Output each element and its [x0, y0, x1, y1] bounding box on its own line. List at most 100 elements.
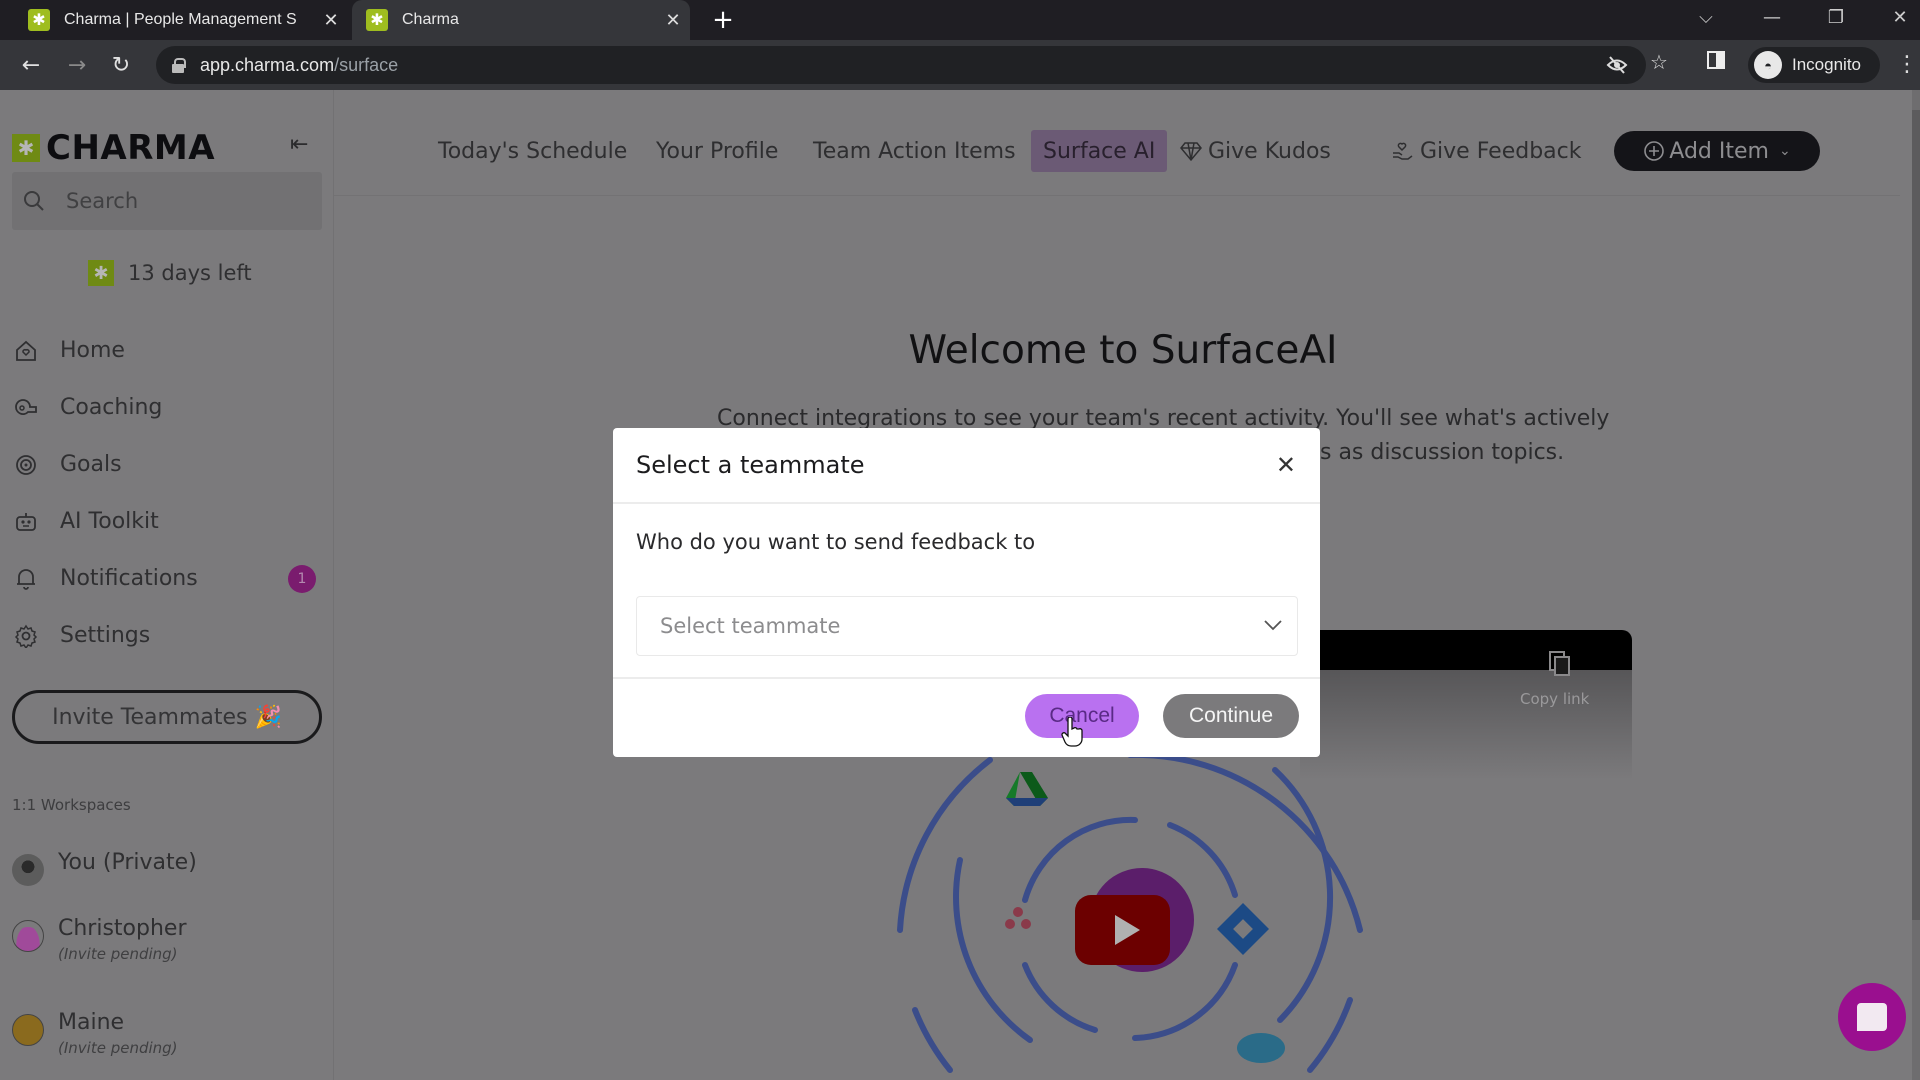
home-icon: [12, 337, 40, 365]
tab-title: Charma | People Management S: [64, 11, 297, 28]
nav-label: Goals: [60, 452, 122, 477]
nav-surface-ai[interactable]: Surface AI: [1031, 130, 1168, 172]
diamond-icon: [1180, 142, 1202, 162]
tab-search-chevron-icon[interactable]: ⌵: [1686, 0, 1726, 34]
side-panel-icon[interactable]: [1706, 50, 1726, 75]
workspace-status: (Invite pending): [58, 945, 178, 963]
page-description-continued: s as discussion topics.: [1320, 440, 1565, 465]
modal-title: Select a teammate: [636, 451, 865, 479]
modal-footer-divider: [613, 677, 1320, 679]
workspace-item[interactable]: Maine (Invite pending): [12, 1010, 178, 1057]
scrollbar-thumb[interactable]: [1912, 110, 1920, 920]
avatar: [12, 920, 44, 952]
nav-label: Coaching: [60, 395, 163, 420]
sidebar-item-settings[interactable]: Settings: [12, 607, 322, 664]
sidebar-item-home[interactable]: Home: [12, 322, 322, 379]
search-icon: [24, 191, 44, 211]
orbit-ring-middle: [953, 857, 1033, 1043]
modal-header: Select a teammate ✕: [613, 428, 1320, 504]
charma-logo-icon: ✱: [12, 134, 40, 162]
forward-icon[interactable]: →: [60, 48, 94, 82]
url-text: app.charma.com/surface: [200, 54, 399, 75]
salesforce-icon: [1237, 1033, 1285, 1063]
chat-support-button[interactable]: [1838, 983, 1906, 1051]
teammate-select[interactable]: Select teammate: [636, 596, 1298, 656]
continue-button[interactable]: Continue: [1163, 694, 1299, 738]
copy-link-label[interactable]: Copy link: [1520, 690, 1589, 708]
bookmark-star-icon[interactable]: ☆: [1650, 50, 1668, 74]
bell-icon: [12, 565, 40, 593]
incognito-profile-button[interactable]: ◓ Incognito: [1748, 47, 1880, 83]
nav-give-kudos[interactable]: Give Kudos: [1180, 130, 1331, 172]
nav-label: Give Feedback: [1420, 138, 1582, 164]
chevron-down-icon: ⌄: [1778, 143, 1791, 159]
nav-label: Give Kudos: [1208, 138, 1331, 164]
charma-favicon-icon: ✱: [366, 9, 388, 31]
robot-icon: [12, 508, 40, 536]
notification-count-badge: 1: [288, 564, 316, 593]
workspaces-section-label: 1:1 Workspaces: [12, 796, 131, 814]
copy-link-icon[interactable]: [1548, 650, 1572, 678]
add-item-button[interactable]: Add Item ⌄: [1614, 131, 1820, 171]
tab-close-icon[interactable]: ✕: [656, 10, 690, 31]
orbit-ring-outer: [897, 757, 993, 933]
nav-todays-schedule[interactable]: Today's Schedule: [438, 130, 627, 172]
hand-pointer-cursor-icon: [1061, 717, 1083, 747]
invite-teammates-button[interactable]: Invite Teammates 🎉: [12, 690, 322, 744]
integrations-orbit-illustration: [897, 751, 1363, 1073]
asana-icon: [1005, 907, 1031, 929]
close-icon[interactable]: ✕: [1276, 451, 1296, 479]
logo-text: CHARMA: [46, 128, 216, 168]
tab-close-icon[interactable]: ✕: [314, 10, 348, 31]
workspace-item[interactable]: Christopher (Invite pending): [12, 916, 187, 963]
sidebar-item-goals[interactable]: Goals: [12, 436, 322, 493]
sidebar-item-ai-toolkit[interactable]: AI Toolkit: [12, 493, 322, 550]
nav-label: AI Toolkit: [60, 509, 159, 534]
avatar: [12, 1014, 44, 1046]
page-title: Welcome to SurfaceAI: [908, 328, 1338, 373]
eye-off-icon[interactable]: [1606, 54, 1628, 81]
nav-label: Home: [60, 338, 125, 363]
browser-menu-icon[interactable]: ⋮: [1896, 52, 1918, 77]
tab-title: Charma: [402, 11, 459, 28]
nav-give-feedback[interactable]: Give Feedback: [1390, 130, 1581, 172]
workspace-status: (Invite pending): [58, 1039, 178, 1057]
minimize-icon[interactable]: —: [1752, 0, 1792, 34]
new-tab-button[interactable]: +: [708, 4, 738, 36]
workspace-name: You (Private): [58, 850, 197, 875]
reload-icon[interactable]: ↻: [104, 48, 138, 82]
add-item-label: Add Item: [1669, 138, 1769, 164]
sidebar-item-coaching[interactable]: Coaching: [12, 379, 322, 436]
browser-tab-active[interactable]: ✱ Charma ✕: [352, 0, 690, 40]
orbit-ring-outer: [912, 1007, 953, 1073]
sidebar-item-notifications[interactable]: Notifications 1: [12, 550, 322, 607]
charma-logo[interactable]: ✱ CHARMA: [12, 128, 215, 168]
target-icon: [12, 451, 40, 479]
sidebar: ✱ CHARMA ⇤ Search ✱ 13 days left Home Co…: [0, 90, 334, 1080]
google-drive-icon: [1006, 772, 1048, 806]
charma-favicon-icon: ✱: [28, 9, 50, 31]
nav-label: Settings: [60, 623, 151, 648]
workspace-name: Christopher: [58, 916, 187, 941]
address-bar[interactable]: app.charma.com/surface: [156, 46, 1646, 84]
back-icon[interactable]: ←: [14, 48, 48, 82]
top-navigation: Today's Schedule Your Profile Team Actio…: [334, 90, 1900, 196]
charma-logo-icon: ✱: [88, 260, 114, 286]
nav-your-profile[interactable]: Your Profile: [656, 130, 778, 172]
chevron-down-icon: [1264, 620, 1282, 631]
sidebar-search[interactable]: Search: [12, 172, 322, 230]
chat-icon: [1857, 1003, 1887, 1031]
nav-label: Notifications: [60, 566, 198, 591]
window-close-icon[interactable]: ✕: [1880, 0, 1920, 34]
orbit-ring-inner: [1132, 962, 1238, 1041]
incognito-icon: ◓: [1754, 51, 1782, 79]
workspace-item[interactable]: You (Private): [12, 850, 197, 886]
collapse-sidebar-icon[interactable]: ⇤: [290, 132, 308, 157]
sidebar-nav: Home Coaching Goals AI Toolkit Notificat…: [12, 322, 322, 664]
nav-team-action-items[interactable]: Team Action Items: [813, 130, 1016, 172]
trial-days-left: ✱ 13 days left: [88, 260, 252, 286]
orbit-ring-outer: [1307, 997, 1353, 1073]
restore-icon[interactable]: ❐: [1816, 0, 1856, 34]
browser-toolbar: ← → ↻ app.charma.com/surface ☆ ◓ Incogni…: [0, 40, 1920, 90]
browser-tab[interactable]: ✱ Charma | People Management S ✕: [14, 0, 348, 40]
